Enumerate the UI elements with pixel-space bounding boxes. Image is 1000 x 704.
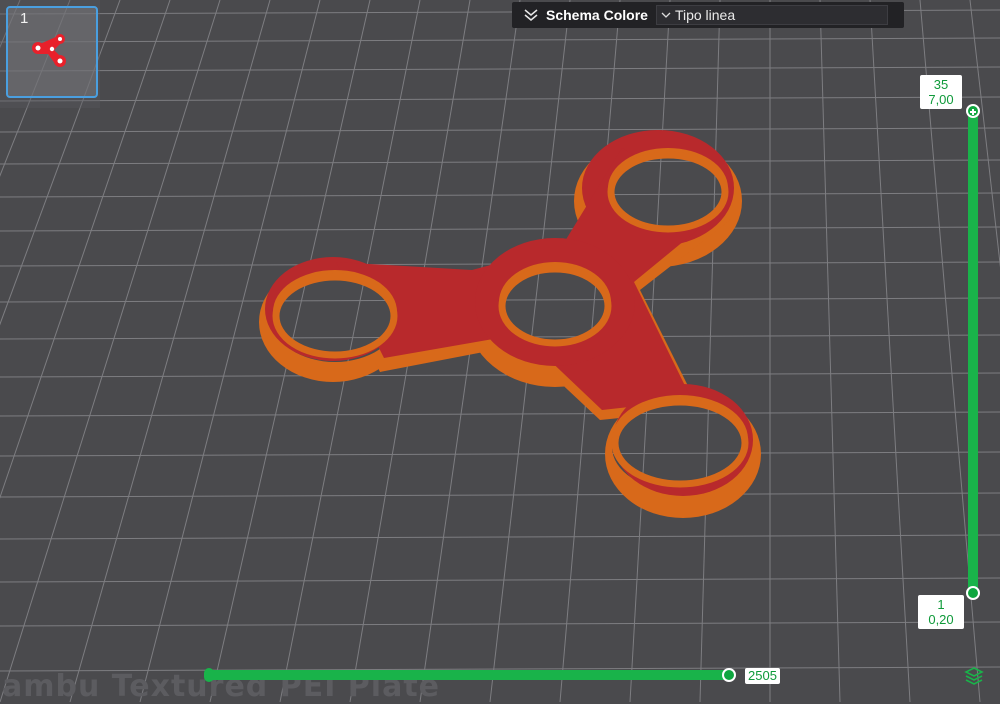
top-layer-height: 7,00: [928, 92, 954, 107]
bottom-layer-handle[interactable]: [966, 586, 980, 600]
spinner-thumbnail-icon: [32, 34, 66, 67]
line-type-value: Tipo linea: [674, 7, 736, 23]
3d-viewport[interactable]: [0, 0, 1000, 702]
chevron-down-icon: [657, 12, 675, 19]
top-layer-handle[interactable]: [966, 104, 980, 118]
move-slider-value: 2505: [745, 668, 780, 684]
bottom-layer-label: 1 0,20: [918, 595, 964, 629]
top-layer-label: 35 7,00: [920, 75, 962, 109]
build-plate-grid: [0, 0, 1000, 702]
move-slider[interactable]: [206, 670, 732, 680]
move-slider-handle[interactable]: [722, 668, 736, 682]
double-chevron-down-icon[interactable]: [520, 4, 542, 26]
legend-toolbar: Schema Colore Tipo linea: [512, 2, 904, 28]
bottom-layer-height: 0,20: [928, 612, 954, 627]
line-type-select[interactable]: Tipo linea: [655, 5, 888, 25]
layers-icon[interactable]: [964, 666, 984, 691]
top-layer-number: 35: [933, 77, 949, 92]
color-scheme-label: Schema Colore: [546, 7, 648, 23]
plate-number: 1: [20, 10, 29, 27]
bottom-layer-number: 1: [937, 597, 945, 612]
layer-range-slider[interactable]: [968, 108, 978, 596]
fidget-spinner-model[interactable]: [259, 130, 761, 518]
plate-thumbnail[interactable]: 1: [6, 6, 98, 98]
